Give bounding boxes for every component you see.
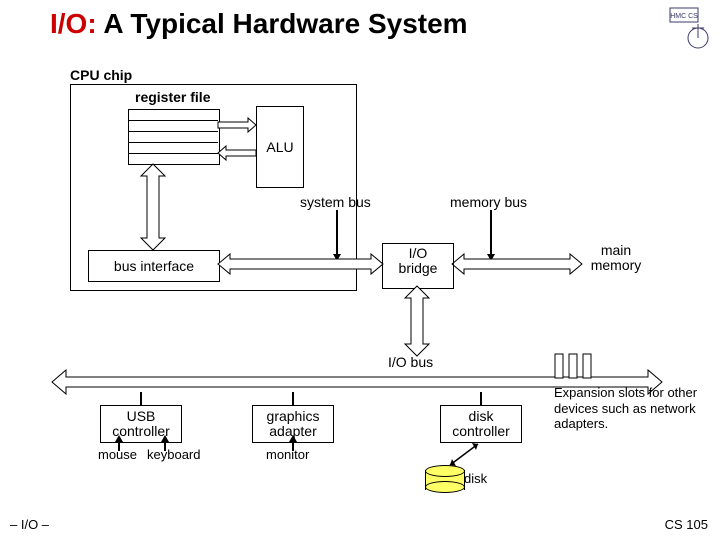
main-memory-box: main memory — [580, 243, 652, 285]
expansion-slots-text: Expansion slots for other devices such a… — [554, 385, 714, 432]
io-bridge-box: I/O bridge — [382, 243, 454, 289]
slide-title: I/O: A Typical Hardware System — [50, 8, 468, 40]
keyboard-label: keyboard — [147, 448, 200, 462]
alu-box: ALU — [256, 106, 304, 188]
bus-usb-arrow — [140, 392, 142, 405]
system-bus-arrow-icon — [218, 254, 383, 274]
rf-alu-arrows-icon — [218, 112, 256, 172]
memory-bus-label: memory bus — [450, 195, 527, 210]
disk-controller-box: disk controller — [440, 405, 522, 443]
io-bus-label: I/O bus — [388, 355, 433, 370]
io-bridge-label: I/O bridge — [399, 245, 438, 276]
cpu-chip-label: CPU chip — [70, 68, 132, 83]
sysbus-pointer — [336, 210, 338, 256]
monitor-arrow-head — [289, 435, 297, 442]
usb-controller-box: USB controller — [100, 405, 182, 443]
rf-row — [128, 153, 218, 154]
bus-interface-label: bus interface — [114, 258, 194, 274]
memory-bus-arrow-icon — [452, 254, 582, 274]
mouse-label: mouse — [98, 448, 137, 462]
system-bus-label: system bus — [300, 195, 371, 210]
expansion-slots-icon — [553, 352, 613, 374]
bus-gfx-arrow — [292, 392, 294, 405]
bus-disk-arrow — [480, 392, 482, 405]
rf-row — [128, 131, 218, 132]
rf-row — [128, 142, 218, 143]
svg-text:HMC CS: HMC CS — [670, 13, 698, 20]
disk-label: disk — [464, 472, 487, 486]
register-file-label: register file — [135, 90, 210, 105]
bus-interface-box: bus interface — [88, 250, 220, 282]
main-memory-label: main memory — [591, 242, 642, 273]
footer-right: CS 105 — [665, 517, 708, 532]
disk-ctrl-label: disk controller — [452, 409, 510, 440]
logo-icon: HMC CS — [668, 6, 712, 52]
title-rest: A Typical Hardware System — [97, 8, 468, 39]
mouse-arrow-head — [115, 435, 123, 442]
register-file-box — [128, 109, 220, 165]
membus-pointer — [490, 210, 492, 256]
disk-icon — [425, 465, 463, 493]
monitor-label: monitor — [266, 448, 309, 462]
rf-row — [128, 120, 218, 121]
regfile-busif-arrow-icon — [140, 164, 166, 250]
title-accent: I/O: — [50, 8, 97, 39]
iobridge-iobus-arrow-icon — [404, 286, 430, 356]
alu-label: ALU — [266, 139, 293, 155]
footer-left: – I/O – — [10, 517, 49, 532]
keyboard-arrow-head — [161, 435, 169, 442]
